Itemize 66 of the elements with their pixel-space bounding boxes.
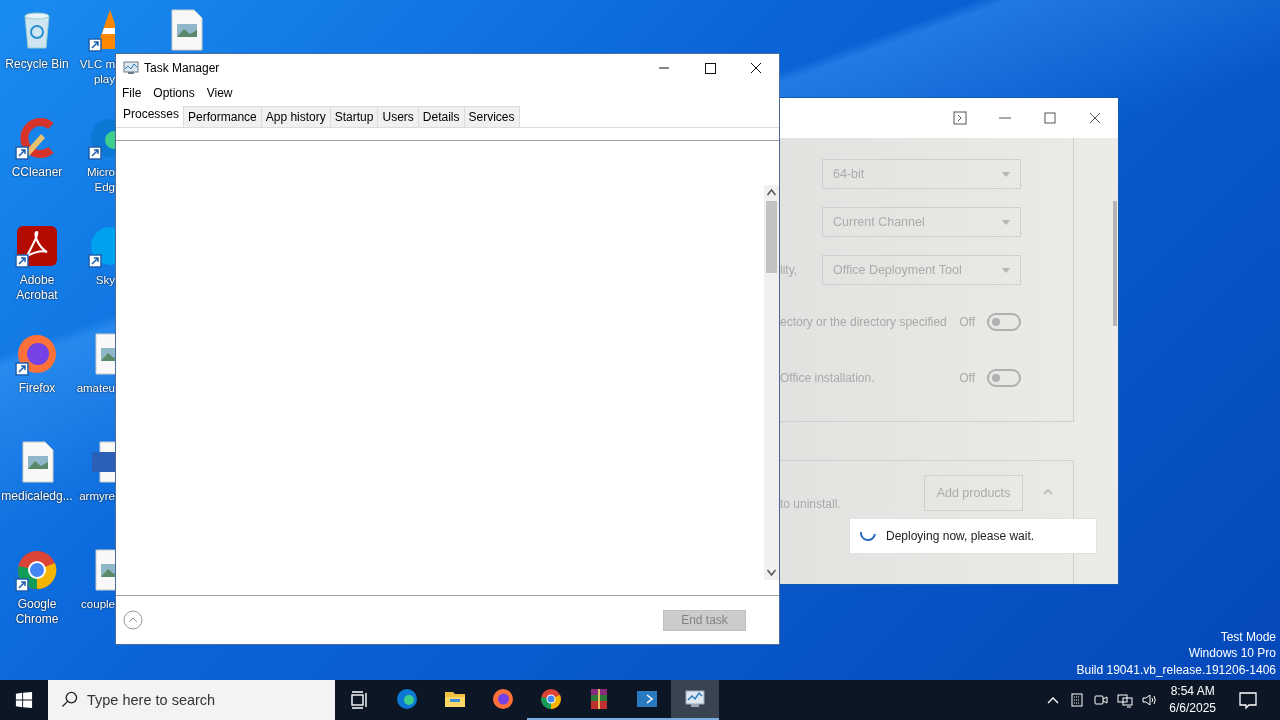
time-text: 8:54 AM <box>1170 683 1215 700</box>
os-info-text: Windows 10 Pro <box>1188 645 1276 662</box>
spinner-icon <box>860 531 876 541</box>
icon-label: CCleaner <box>11 165 63 180</box>
traffic-cone-icon[interactable] <box>88 8 115 52</box>
toggle-state: Off <box>959 371 975 385</box>
icon-label: couple <box>81 597 115 612</box>
scrollbar-thumb[interactable] <box>1113 201 1117 326</box>
setting-label: ectory or the directory specified <box>780 315 947 329</box>
os-info-text: Build 19041.vb_release.191206-1406 <box>1076 661 1276 678</box>
close-icon[interactable] <box>1088 111 1102 125</box>
window-title: Task Manager <box>144 61 220 75</box>
tab[interactable]: Startup <box>329 106 379 127</box>
browser-icon[interactable] <box>15 332 59 376</box>
tab[interactable]: App history <box>260 106 331 127</box>
search-field[interactable]: Type here to search <box>48 680 335 720</box>
caret-icon <box>1002 171 1010 177</box>
browser-icon <box>539 687 563 711</box>
icon-label: amateu <box>76 381 115 396</box>
setting-label: Office installation. <box>780 371 875 385</box>
tab[interactable]: Performance <box>183 106 262 127</box>
icon-label: Micro Edg <box>85 165 115 195</box>
taskbar-button[interactable] <box>671 680 719 720</box>
toast-message: Deploying now, please wait. <box>886 529 1035 543</box>
chat-icon[interactable] <box>88 224 115 268</box>
scrollbar[interactable] <box>764 185 779 580</box>
scrollbar-thumb[interactable] <box>766 201 777 273</box>
setting-label: lity, <box>780 263 798 277</box>
chevron-up-circle-icon[interactable] <box>123 610 143 630</box>
browser-icon <box>491 687 515 711</box>
caret-icon <box>1002 267 1010 273</box>
monitor-icon <box>123 61 139 75</box>
tab[interactable]: Details <box>417 106 465 127</box>
icon-label: Recycle Bin <box>5 57 69 72</box>
speaker-icon[interactable] <box>1141 692 1158 708</box>
menu-item[interactable]: File <box>122 86 142 100</box>
task-view-icon[interactable] <box>349 690 369 710</box>
sidebar-toggle-icon[interactable] <box>953 111 967 125</box>
clock[interactable]: 8:54 AM 6/6/2025 <box>1169 683 1216 717</box>
icon-label: Google Chrome <box>14 597 60 627</box>
toggle-state: Off <box>959 315 975 329</box>
icon-label: Firefox <box>18 381 56 396</box>
icon-label: armyre <box>79 489 115 504</box>
search-icon <box>61 691 78 708</box>
tab[interactable]: Services <box>463 106 520 127</box>
keyboard-icon[interactable] <box>1069 692 1086 708</box>
icon-label: VLC m play <box>78 57 115 87</box>
menu-item[interactable]: Options <box>153 86 195 100</box>
windows-start-icon[interactable] <box>15 691 33 709</box>
browser-icon <box>395 687 419 711</box>
caret-icon <box>1002 219 1010 225</box>
browser-icon[interactable] <box>15 548 59 592</box>
camera-icon[interactable] <box>1093 692 1110 708</box>
date-text: 6/6/2025 <box>1169 700 1216 717</box>
toggle-switch[interactable] <box>987 369 1021 387</box>
products-text: to uninstall. <box>780 497 842 511</box>
menu-item[interactable]: View <box>206 86 233 100</box>
os-info-text: Test Mode <box>1220 628 1276 645</box>
icon-label: medicaledg... <box>1 489 73 504</box>
network-icon[interactable] <box>1117 692 1134 708</box>
icon-label: Sky <box>95 273 115 288</box>
tab[interactable]: Users <box>377 106 419 127</box>
pdf-icon[interactable] <box>15 224 59 268</box>
icon-label: Adobe Acrobat <box>15 273 59 303</box>
toggle-switch[interactable] <box>987 313 1021 331</box>
notification-icon[interactable] <box>1238 690 1258 710</box>
